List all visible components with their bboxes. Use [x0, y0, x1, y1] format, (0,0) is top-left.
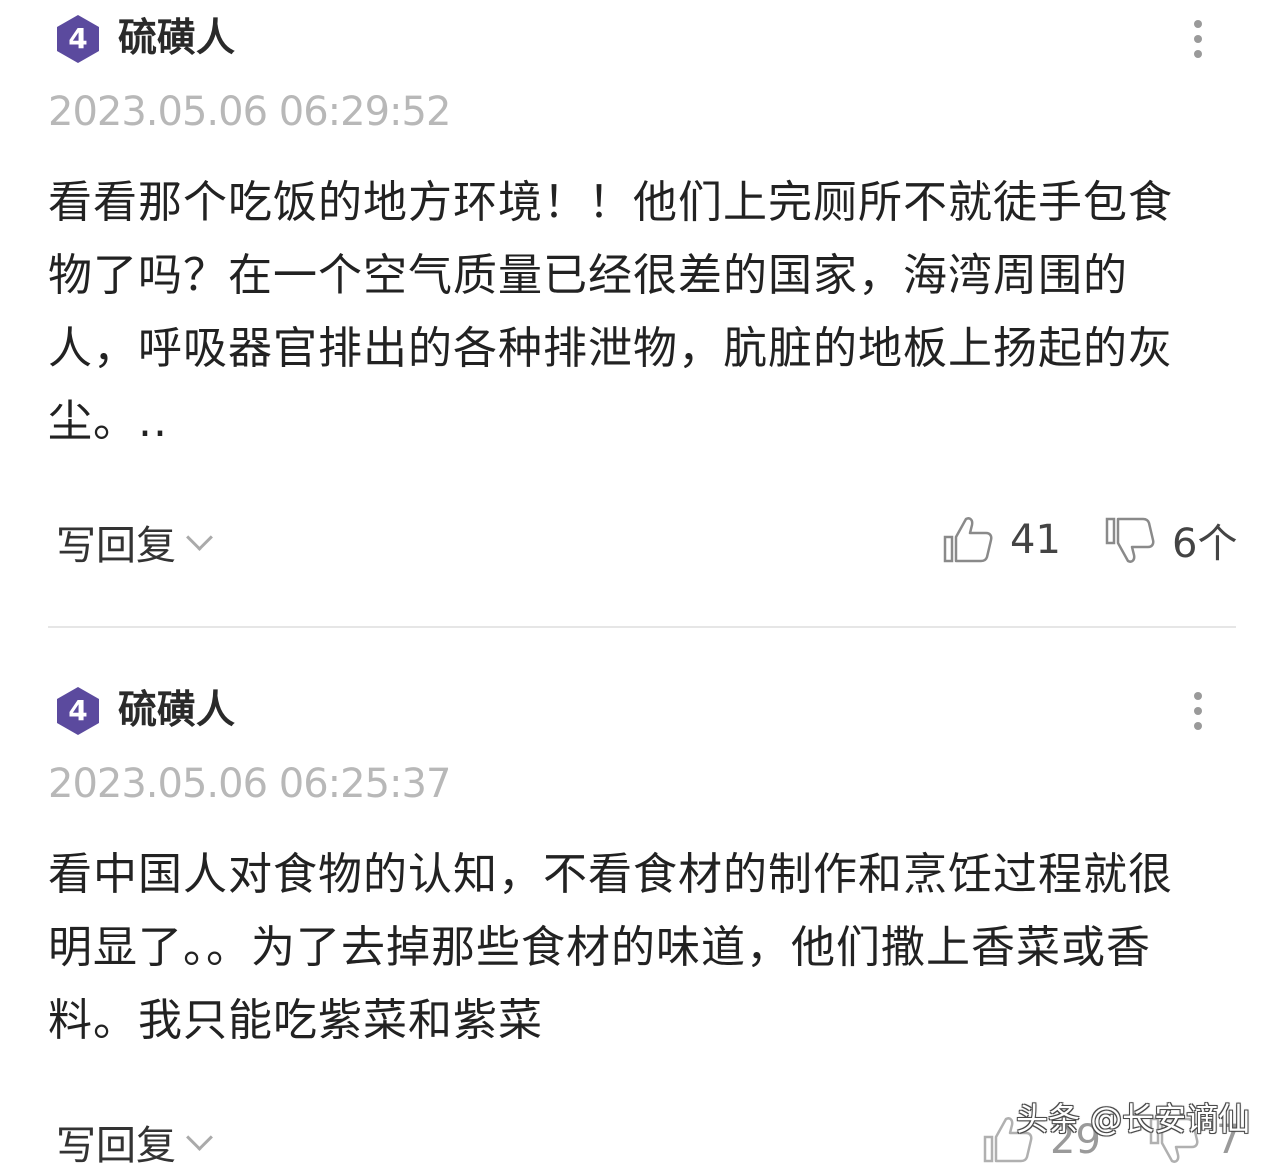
more-options-button[interactable]	[1178, 14, 1218, 64]
comment-text-line: 料。我只能吃紫菜和紫菜	[48, 995, 543, 1046]
comment-text: 看中国人对食物的认知，不看食材的制作和烹饪过程就很 明显了。。为了去掉那些食材的…	[48, 838, 1228, 1057]
chevron-down-icon	[186, 1123, 213, 1151]
user-level-number: 4	[68, 22, 88, 55]
more-options-button[interactable]	[1178, 686, 1218, 736]
comment-header: 4 硫磺人	[48, 10, 1238, 66]
comment-text-line: 人，呼吸器官排出的各种排泄物，肮脏的地板上扬起的灰	[48, 323, 1173, 374]
write-reply-button[interactable]: 写回复	[56, 1116, 213, 1169]
username[interactable]: 硫磺人	[118, 686, 235, 736]
dislike-count: 6个	[1172, 521, 1238, 567]
thumbs-down-icon	[1105, 517, 1155, 563]
comment-text-line: 明显了。。为了去掉那些食材的味道，他们撒上香菜或香	[48, 922, 1151, 973]
dislike-button[interactable]: 6个	[1104, 512, 1237, 568]
comment-text: 看看那个吃饭的地方环境！！他们上完厕所不就徒手包食 物了吗？在一个空气质量已经很…	[48, 166, 1228, 458]
chevron-down-icon	[186, 523, 213, 551]
comment-divider	[48, 626, 1236, 628]
write-reply-button[interactable]: 写回复	[56, 516, 213, 569]
comment-actions: 写回复 41 6个	[48, 512, 1238, 572]
comment-timestamp: 2023.05.06 06:29:52	[48, 89, 451, 135]
source-watermark: 头条 @长安谪仙	[1016, 1100, 1251, 1138]
comment-timestamp: 2023.05.06 06:25:37	[48, 761, 451, 807]
comment-text-line: 看看那个吃饭的地方环境！！他们上完厕所不就徒手包食	[48, 177, 1173, 228]
comment-text-line: 看中国人对食物的认知，不看食材的制作和烹饪过程就很	[48, 849, 1173, 900]
write-reply-label: 写回复	[56, 1123, 176, 1169]
user-level-badge: 4	[53, 14, 103, 64]
username[interactable]: 硫磺人	[118, 14, 235, 64]
user-level-number: 4	[68, 694, 88, 727]
write-reply-label: 写回复	[56, 523, 176, 569]
like-count: 41	[1010, 517, 1061, 563]
thumbs-up-icon	[943, 517, 993, 563]
comment-text-line: 尘。..	[48, 396, 168, 447]
comment-text-line: 物了吗？在一个空气质量已经很差的国家，海湾周围的	[48, 250, 1128, 301]
like-button[interactable]: 41	[942, 512, 1061, 568]
user-level-badge: 4	[53, 686, 103, 736]
comment-header: 4 硫磺人	[48, 682, 1238, 738]
